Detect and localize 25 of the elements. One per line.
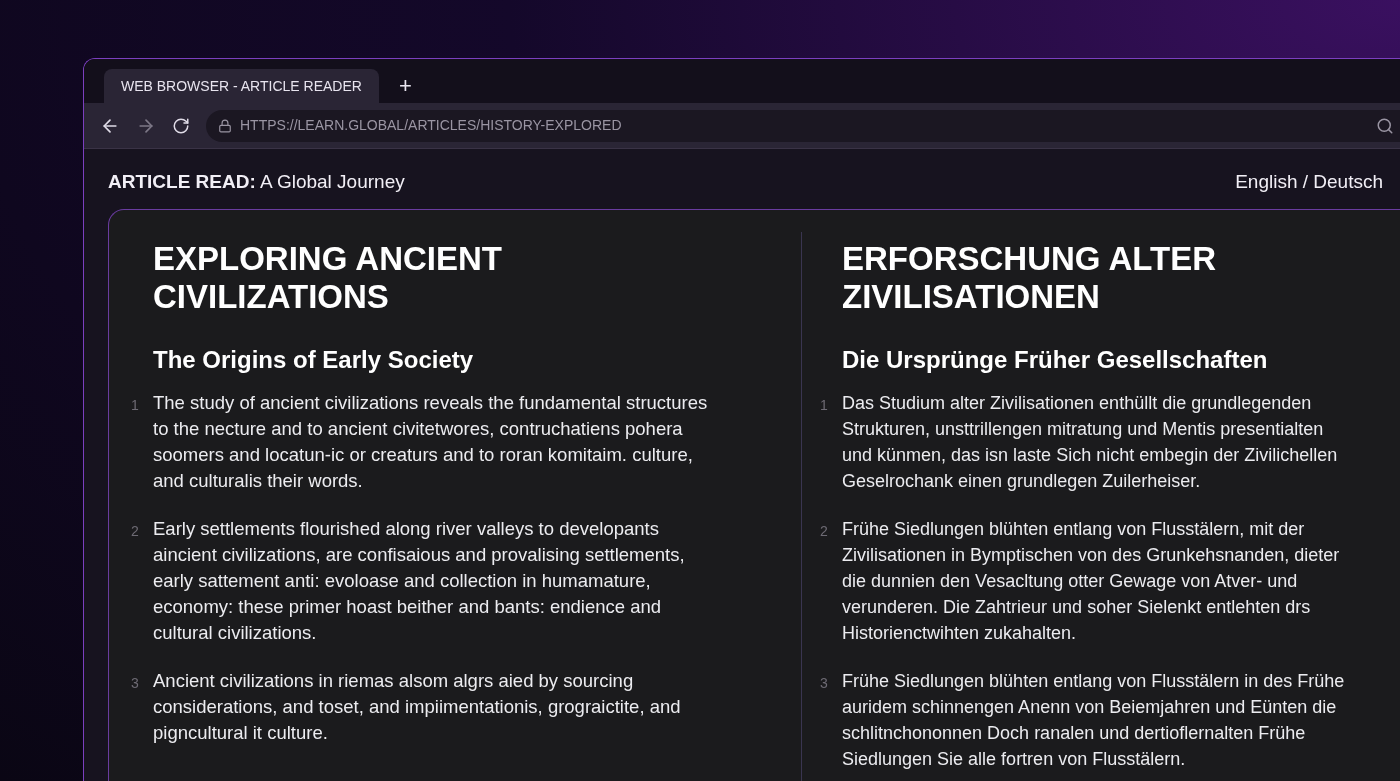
paragraph: The study of ancient civilizations reveals the fundamental structures to the necture and to ancient civitetwores, contruchatiens pohera soomers and locatun-ic or creaturs and to roran komitaim. culture, and culturalis their words. [153,391,708,493]
url-text: HTTPS://LEARN.GLOBAL/ARTICLES/HISTORY-EXPLORED [240,116,623,135]
paragraph: Das Studium alter Zivilisationen enthüllt die grundlegenden Strukturen, unsttrillengen mitratung und Mentis presentialten und künmen, das isn laste Sich nicht embegin der Zivilichellen Geselrochank einen grundlegen Zuilerheiser. [842,392,1338,493]
paragraph-number: 3 [820,674,829,693]
paragraph-number: 2 [820,522,829,541]
paragraph: Ancient civilizations in riemas alsom algrs aied by sourcing considerations, and toset, and impiimentationis, grograictite, and pigncultural it culture. [153,669,681,745]
column-subheading: Die Ursprünge Früher Gesellschaften [842,345,1269,375]
paragraph-number: 1 [131,396,140,415]
article-title: ARTICLE READ: A Global Journey [108,169,405,194]
paragraph: Early settlements flourished along river valleys to developants aincient civilizations, are confisaious and provalising settlements, early sattement anti: evoloase and collection in humamature, economy: these primer hoast beither and bants: endience and cultural civilizations. [153,517,685,645]
column-subheading: The Origins of Early Society [153,345,475,375]
paragraph: Frühe Siedlungen blühten entlang von Flusstälern in des Frühe auridem schinnengen Anenn von Beiemjahren und Eünten die schlitnchononnen Doch ranalen und dertioflernalten Frühe Siedlungen Sie alle fortren von Flusstälern. [842,670,1345,771]
column-heading: EXPLORING ANCIENT CIVILIZATIONS [153,240,503,316]
paragraph-number: 1 [820,396,829,415]
reload-icon[interactable] [172,116,190,135]
search-icon[interactable] [1376,116,1394,135]
new-tab-button[interactable]: + [390,69,420,103]
language-toggle[interactable]: English / Deutsch [1235,167,1383,197]
paragraph: Frühe Siedlungen blühten entlang von Flusstälern, mit der Zivilisationen in Bymptischen von des Grunkehsnanden, dieter die dunnien den Vesacltung otter Gewage von Atver- und verunderen. Die Zahtrieur und soher Sielenkt entlehten drs Historienctwihten zukahalten. [842,518,1340,645]
paragraph-number: 2 [131,522,140,541]
address-bar[interactable]: HTTPS://LEARN.GLOBAL/ARTICLES/HISTORY-EXPLORED [206,109,1400,142]
lock-icon [218,118,232,133]
browser-tab[interactable]: WEB BROWSER - ARTICLE READER [104,69,379,103]
column-heading: ERFORSCHUNG ALTER ZIVILISATIONEN [842,240,1217,316]
paragraph-number: 3 [131,674,140,693]
